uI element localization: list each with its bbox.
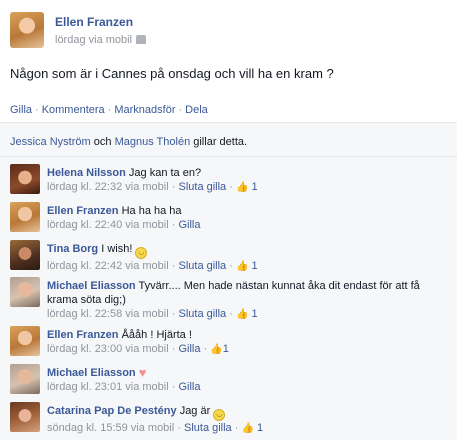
comment-time[interactable]: lördag kl. 23:01 via mobil [47, 381, 169, 393]
commenter-name[interactable]: Ellen Franzen [47, 329, 119, 341]
thumbs-up-icon[interactable]: 👍 [236, 181, 248, 195]
comment: Michael Eliasson Tyvärr.... Men hade näs… [0, 277, 457, 327]
separator: · [234, 422, 239, 434]
comment-like-count[interactable]: 1 [252, 308, 258, 320]
separator: · [171, 343, 176, 355]
smile-emoji-icon: ◡ [213, 409, 226, 421]
comment-time[interactable]: lördag kl. 22:32 via mobil [47, 181, 169, 193]
divider [0, 156, 457, 157]
like-comment-link[interactable]: Gilla [178, 381, 200, 393]
comment: Helena Nilsson Jag kan ta en? lördag kl.… [0, 164, 457, 200]
separator: · [171, 260, 176, 272]
separator: · [229, 260, 233, 272]
comment-text: I wish! [101, 243, 133, 255]
unlike-link[interactable]: Sluta gilla [178, 181, 226, 193]
separator: · [229, 181, 233, 193]
comment-like-count[interactable]: 1 [257, 422, 263, 434]
likes-summary: Jessica Nyström och Magnus Tholén gillar… [10, 136, 247, 148]
unlike-link[interactable]: Sluta gilla [184, 422, 232, 434]
separator: · [171, 181, 176, 193]
thumbs-up-icon[interactable]: 👍 [236, 308, 248, 322]
comment-like-count[interactable]: 1 [223, 343, 229, 355]
comment: Ellen Franzen Åååh ! Hjärta ! lördag kl.… [0, 326, 457, 362]
commenter-name[interactable]: Ellen Franzen [47, 205, 119, 217]
comment-time[interactable]: lördag kl. 22:40 via mobil [47, 219, 169, 231]
commenter-avatar[interactable] [10, 240, 40, 270]
liker-link[interactable]: Jessica Nyström [10, 136, 91, 148]
like-comment-link[interactable]: Gilla [178, 343, 200, 355]
separator: · [229, 308, 233, 320]
heart-emoji-icon: ♥ [138, 365, 147, 380]
comment-like-count[interactable]: 1 [252, 181, 258, 193]
comment-link[interactable]: Kommentera [42, 104, 105, 116]
commenter-avatar[interactable] [10, 202, 40, 232]
comment-text-continued: krama söta dig;) [47, 294, 126, 306]
comment-text: Jag är [179, 405, 211, 417]
separator: · [171, 219, 176, 231]
separator: · [35, 104, 39, 116]
commenter-avatar[interactable] [10, 364, 40, 394]
separator: · [107, 104, 112, 116]
like-comment-link[interactable]: Gilla [178, 219, 200, 231]
commenter-name[interactable]: Tina Borg [47, 243, 98, 255]
divider [0, 122, 457, 123]
separator: · [171, 308, 176, 320]
smile-emoji-icon: ◡ [135, 247, 148, 259]
comment: Catarina Pap De Pestény Jag är ◡ söndag … [0, 402, 457, 438]
post-text: Någon som är i Cannes på onsdag och vill… [10, 66, 334, 81]
author-avatar[interactable] [10, 12, 44, 48]
separator: · [203, 343, 208, 355]
post-meta-text[interactable]: lördag via mobil [55, 34, 132, 46]
comment-time[interactable]: lördag kl. 23:00 via mobil [47, 343, 169, 355]
separator: · [178, 104, 183, 116]
commenter-name[interactable]: Catarina Pap De Pestény [47, 405, 177, 417]
post-author-name[interactable]: Ellen Franzen [55, 15, 133, 29]
like-link[interactable]: Gilla [10, 104, 32, 116]
commenter-avatar[interactable] [10, 277, 40, 307]
unlike-link[interactable]: Sluta gilla [178, 308, 226, 320]
comment-like-count[interactable]: 1 [252, 260, 258, 272]
thumbs-up-icon[interactable]: 👍 [241, 422, 253, 436]
post-actions: Gilla · Kommentera · Marknadsför · Dela [10, 104, 208, 116]
commenter-avatar[interactable] [10, 164, 40, 194]
commenter-name[interactable]: Helena Nilsson [47, 167, 126, 179]
comment-text: Jag kan ta en? [128, 167, 202, 179]
separator: · [177, 422, 181, 434]
separator: · [171, 381, 176, 393]
comment-time[interactable]: söndag kl. 15:59 via mobil [47, 422, 174, 434]
comment: Ellen Franzen Ha ha ha ha lördag kl. 22:… [0, 202, 457, 238]
likes-and-text: och [93, 136, 112, 148]
commenter-avatar[interactable] [10, 326, 40, 356]
thumbs-up-icon[interactable]: 👍 [236, 260, 248, 274]
comment: Michael Eliasson ♥ lördag kl. 23:01 via … [0, 364, 457, 400]
unlike-link[interactable]: Sluta gilla [178, 260, 226, 272]
feedback-area: Jessica Nyström och Magnus Tholén gillar… [0, 122, 457, 440]
commenter-name[interactable]: Michael Eliasson [47, 280, 136, 292]
thumbs-up-icon[interactable]: 👍 [210, 343, 222, 357]
liker-link[interactable]: Magnus Tholén [115, 136, 191, 148]
comment-time[interactable]: lördag kl. 22:58 via mobil [47, 308, 169, 320]
commenter-name[interactable]: Michael Eliasson [47, 367, 136, 379]
commenter-avatar[interactable] [10, 402, 40, 432]
post-header: Ellen Franzen lördag via mobil Någon som… [0, 0, 457, 110]
comment: Tina Borg I wish! ◡ lördag kl. 22:42 via… [0, 240, 457, 276]
comment-time[interactable]: lördag kl. 22:42 via mobil [47, 260, 169, 272]
comment-text: Åååh ! Hjärta ! [121, 329, 192, 341]
post-meta: lördag via mobil [55, 34, 147, 46]
likes-rest-text: gillar detta. [193, 136, 248, 148]
comment-text: Ha ha ha ha [121, 205, 182, 217]
promote-link[interactable]: Marknadsför [114, 104, 175, 116]
share-link[interactable]: Dela [185, 104, 208, 116]
comment-text: Tyvärr.... Men hade nästan kunnat åka di… [138, 280, 420, 292]
audience-icon[interactable] [136, 35, 147, 44]
